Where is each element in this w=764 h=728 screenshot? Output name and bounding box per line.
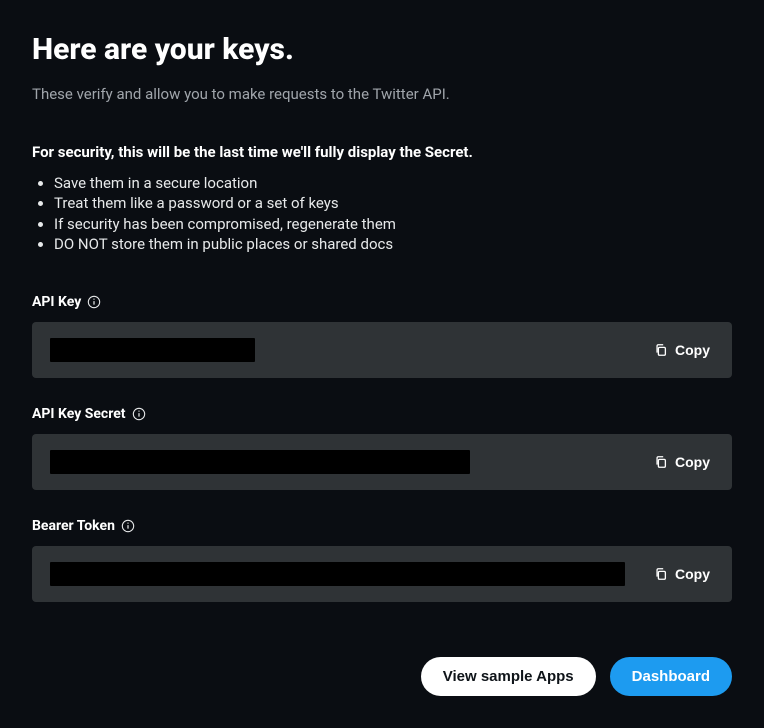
api-key-label: API Key [32, 294, 81, 310]
security-rule: Treat them like a password or a set of k… [54, 193, 732, 213]
copy-bearer-token-button[interactable]: Copy [650, 562, 714, 586]
copy-label: Copy [675, 566, 710, 582]
api-key-secret-section: API Key Secret Copy [32, 406, 732, 490]
bearer-token-section: Bearer Token Copy [32, 518, 732, 602]
copy-icon [654, 343, 668, 357]
security-rule: DO NOT store them in public places or sh… [54, 234, 732, 254]
bearer-token-label: Bearer Token [32, 518, 115, 534]
api-key-secret-box: Copy [32, 434, 732, 490]
api-key-section: API Key Copy [32, 294, 732, 378]
security-rules-list: Save them in a secure location Treat the… [32, 173, 732, 254]
security-rule: If security has been compromised, regene… [54, 214, 732, 234]
info-icon[interactable] [132, 407, 146, 421]
api-key-box: Copy [32, 322, 732, 378]
info-icon[interactable] [121, 519, 135, 533]
copy-icon [654, 455, 668, 469]
api-key-secret-value-redacted [50, 450, 470, 474]
copy-icon [654, 567, 668, 581]
copy-label: Copy [675, 454, 710, 470]
bearer-token-box: Copy [32, 546, 732, 602]
api-key-value-redacted [50, 338, 255, 362]
bearer-token-value-redacted [50, 562, 625, 586]
button-row: View sample Apps Dashboard [32, 657, 732, 696]
copy-api-key-button[interactable]: Copy [650, 338, 714, 362]
page-title: Here are your keys. [32, 32, 732, 67]
security-warning: For security, this will be the last time… [32, 143, 732, 161]
security-rule: Save them in a secure location [54, 173, 732, 193]
api-key-secret-label: API Key Secret [32, 406, 126, 422]
view-sample-apps-button[interactable]: View sample Apps [421, 657, 596, 696]
info-icon[interactable] [87, 295, 101, 309]
page-subtitle: These verify and allow you to make reque… [32, 85, 732, 103]
copy-api-key-secret-button[interactable]: Copy [650, 450, 714, 474]
copy-label: Copy [675, 342, 710, 358]
dashboard-button[interactable]: Dashboard [610, 657, 732, 696]
